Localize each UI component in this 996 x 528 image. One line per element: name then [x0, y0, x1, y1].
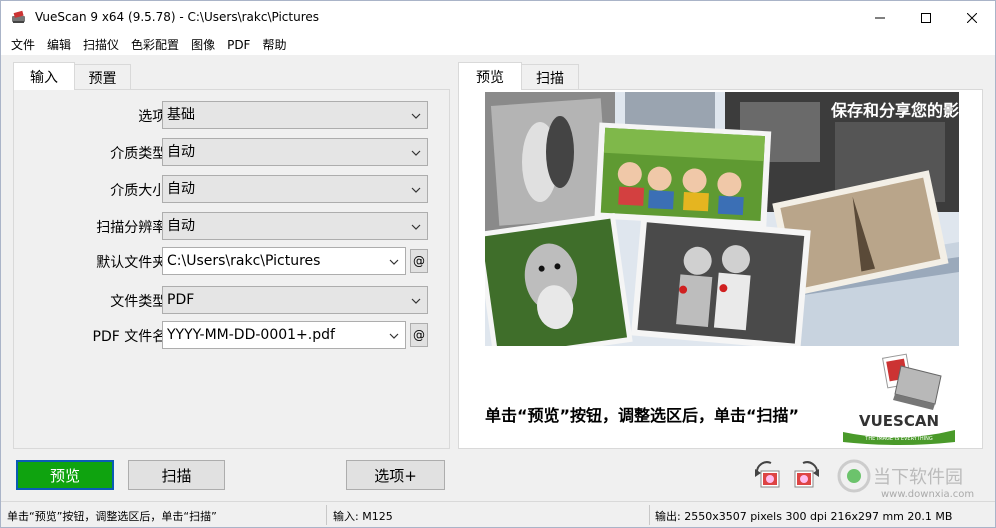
input-form: 选项: 基础 介质类型: 自动 介质大小: 自动 扫描分辨率: 自动 默认文件夹… [14, 90, 449, 448]
close-icon [967, 13, 977, 23]
status-input: 输入: M125 [333, 510, 393, 523]
pdf-filename-label: PDF 文件名: [92, 329, 171, 345]
scan-button[interactable]: 扫描 [128, 460, 225, 490]
close-button[interactable] [949, 1, 995, 35]
input-panel: 选项: 基础 介质类型: 自动 介质大小: 自动 扫描分辨率: 自动 默认文件夹… [13, 89, 450, 449]
preview-instruction: 单击“预览”按钮，调整选区后，单击“扫描” [485, 406, 800, 425]
file-type-row: 文件类型: PDF [14, 286, 449, 314]
file-type-select[interactable]: PDF [162, 286, 428, 314]
minimize-icon [875, 17, 885, 19]
menu-scanner[interactable]: 扫描仪 [77, 35, 125, 55]
pdf-filename-combobox[interactable]: YYYY-MM-DD-0001+.pdf [162, 321, 406, 349]
preview-collage-image: 保存和分享您的影像 [485, 92, 959, 346]
status-bar: 单击“预览”按钮，调整选区后，单击“扫描” 输入: M125 输出: 2550x… [1, 501, 995, 527]
media-size-select[interactable]: 自动 [162, 175, 428, 203]
chevron-down-icon [411, 113, 421, 119]
status-divider [326, 505, 327, 525]
media-size-value: 自动 [167, 181, 195, 197]
vuescan-logo: VUESCAN THE IMAGE IS EVERYTHING [843, 353, 955, 445]
preview-panel: 保存和分享您的影像 单击“预览”按钮，调整选区后，单击“扫描” VUESCAN … [458, 89, 983, 449]
menu-pdf[interactable]: PDF [221, 35, 256, 55]
options-select[interactable]: 基础 [162, 101, 428, 129]
chevron-down-icon [389, 259, 399, 265]
logo-text: VUESCAN [859, 412, 939, 430]
default-folder-value: C:\Users\rakc\Pictures [167, 253, 321, 269]
pdf-filename-value: YYYY-MM-DD-0001+.pdf [167, 327, 335, 343]
media-type-select[interactable]: 自动 [162, 138, 428, 166]
app-window: VueScan 9 x64 (9.5.78) - C:\Users\rakc\P… [0, 0, 996, 528]
pdf-filename-row: PDF 文件名: YYYY-MM-DD-0001+.pdf @ [14, 321, 449, 349]
vuescan-app-icon [12, 10, 25, 23]
chevron-down-icon [411, 298, 421, 304]
menu-help[interactable]: 帮助 [256, 35, 292, 55]
pdf-filename-at-button[interactable]: @ [410, 323, 428, 347]
window-title: VueScan 9 x64 (9.5.78) - C:\Users\rakc\P… [35, 10, 320, 24]
rotate-left-icon[interactable] [751, 459, 785, 493]
default-folder-at-button[interactable]: @ [410, 249, 428, 273]
options-value: 基础 [167, 107, 195, 123]
menu-edit[interactable]: 编辑 [41, 35, 77, 55]
scan-resolution-select[interactable]: 自动 [162, 212, 428, 240]
menu-file[interactable]: 文件 [1, 35, 41, 55]
more-options-button[interactable]: 选项+ [346, 460, 445, 490]
scan-resolution-value: 自动 [167, 218, 195, 234]
logo-tagline: THE IMAGE IS EVERYTHING [864, 436, 933, 442]
status-output: 输出: 2550x3507 pixels 300 dpi 216x297 mm … [655, 510, 953, 523]
file-type-value: PDF [167, 292, 195, 308]
tab-presets[interactable]: 预置 [74, 64, 131, 90]
tab-input[interactable]: 输入 [13, 62, 75, 90]
maximize-icon [921, 13, 931, 23]
media-size-row: 介质大小: 自动 [14, 175, 449, 203]
media-type-row: 介质类型: 自动 [14, 138, 449, 166]
watermark-logo-icon [837, 459, 871, 493]
options-row: 选项: 基础 [14, 101, 449, 129]
watermark-url: www.downxia.com [881, 489, 975, 500]
scan-resolution-label: 扫描分辨率: [96, 220, 171, 236]
watermark-text: 当下软件园 [873, 467, 963, 488]
chevron-down-icon [411, 224, 421, 230]
tab-preview[interactable]: 预览 [458, 62, 522, 90]
default-folder-combobox[interactable]: C:\Users\rakc\Pictures [162, 247, 406, 275]
chevron-down-icon [411, 150, 421, 156]
rotate-right-icon[interactable] [789, 459, 823, 493]
chevron-down-icon [411, 187, 421, 193]
menu-color-profile[interactable]: 色彩配置 [125, 35, 185, 55]
default-folder-label: 默认文件夹: [96, 255, 171, 271]
preview-headline: 保存和分享您的影像 [830, 101, 959, 120]
menu-bar: 文件 编辑 扫描仪 色彩配置 图像 PDF 帮助 [1, 35, 995, 55]
tab-scan[interactable]: 扫描 [521, 64, 579, 90]
chevron-down-icon [389, 333, 399, 339]
scan-resolution-row: 扫描分辨率: 自动 [14, 212, 449, 240]
status-divider [649, 505, 650, 525]
default-folder-row: 默认文件夹: C:\Users\rakc\Pictures @ [14, 247, 449, 275]
maximize-button[interactable] [903, 1, 949, 35]
media-type-value: 自动 [167, 144, 195, 160]
title-bar: VueScan 9 x64 (9.5.78) - C:\Users\rakc\P… [1, 1, 995, 35]
menu-image[interactable]: 图像 [185, 35, 221, 55]
photo-collage: 保存和分享您的影像 [485, 92, 959, 346]
status-hint: 单击“预览”按钮，调整选区后，单击“扫描” [7, 510, 217, 523]
preview-button[interactable]: 预览 [16, 460, 114, 490]
minimize-button[interactable] [857, 1, 903, 35]
